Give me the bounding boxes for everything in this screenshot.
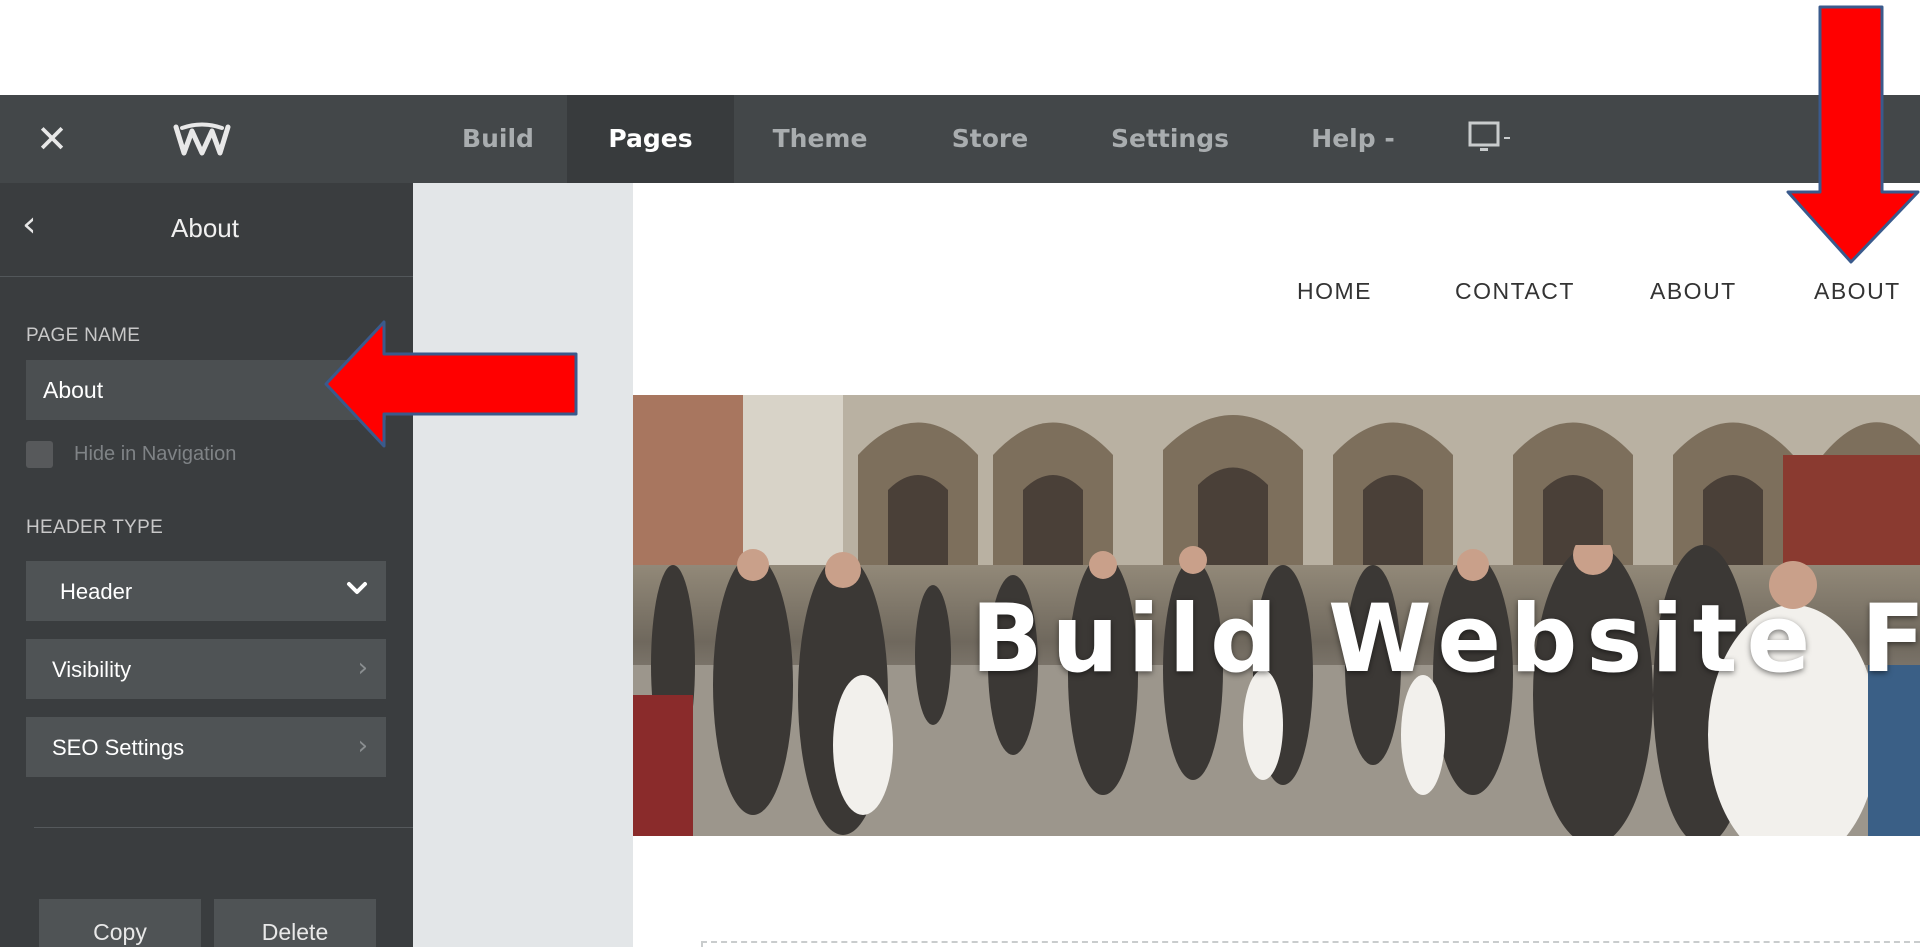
header-type-select[interactable]: Header (26, 561, 386, 621)
tab-theme[interactable]: Theme (757, 95, 883, 183)
chevron-down-icon (346, 578, 368, 603)
visibility-label: Visibility (52, 657, 132, 682)
tab-settings[interactable]: Settings (1100, 95, 1240, 183)
editor-gutter (413, 183, 633, 947)
hero-title: Build Website Free C (971, 585, 1920, 694)
sidebar-divider (34, 827, 413, 828)
site-nav-about-2[interactable]: ABOUT (1814, 278, 1901, 305)
page-name-label: PAGE NAME (26, 325, 141, 346)
annotation-arrow-left (324, 320, 578, 448)
tab-help[interactable]: Help - (1298, 95, 1408, 183)
hide-in-navigation-label: Hide in Navigation (74, 443, 237, 465)
tab-pages[interactable]: Pages (567, 95, 734, 183)
header-type-value: Header (60, 579, 133, 604)
page-settings-sidebar: ‹ About PAGE NAME Hide in Navigation HEA… (0, 183, 413, 947)
tab-build[interactable]: Build (440, 95, 556, 183)
site-preview: HOME CONTACT ABOUT ABOUT Build Website F (633, 183, 1920, 947)
seo-settings-label: SEO Settings (52, 735, 185, 760)
device-preview-button[interactable] (1468, 119, 1528, 159)
content-dropzone-border (701, 941, 1920, 943)
annotation-arrow-down (1786, 5, 1920, 264)
copy-page-button[interactable]: Copy (39, 899, 201, 947)
close-editor-button[interactable]: ✕ (30, 117, 74, 161)
seo-settings-row[interactable]: SEO Settings › (26, 717, 386, 777)
header-type-label: HEADER TYPE (26, 517, 164, 538)
site-nav-about[interactable]: ABOUT (1650, 278, 1737, 305)
visibility-row[interactable]: Visibility › (26, 639, 386, 699)
site-nav-contact[interactable]: CONTACT (1455, 278, 1575, 305)
monitor-dropdown-icon (1468, 121, 1510, 151)
back-chevron-icon[interactable]: ‹ (22, 205, 52, 245)
content-dropzone-border-left (701, 941, 703, 947)
hero-building-illustration (633, 395, 1920, 565)
sidebar-title: About (171, 213, 239, 243)
tab-store[interactable]: Store (935, 95, 1045, 183)
editor-topbar: ✕ Build Pages Theme Store Settings Help … (0, 95, 1920, 183)
site-nav-home[interactable]: HOME (1297, 278, 1372, 305)
delete-page-button[interactable]: Delete (214, 899, 376, 947)
chevron-right-icon: › (357, 653, 368, 683)
sidebar-header: ‹ About (0, 183, 413, 277)
chevron-right-icon: › (357, 731, 368, 761)
weebly-logo-icon (170, 119, 234, 159)
hero-banner-image[interactable]: Build Website Free C (633, 395, 1920, 836)
close-icon: ✕ (36, 117, 68, 161)
hide-in-navigation-checkbox[interactable] (26, 441, 53, 468)
